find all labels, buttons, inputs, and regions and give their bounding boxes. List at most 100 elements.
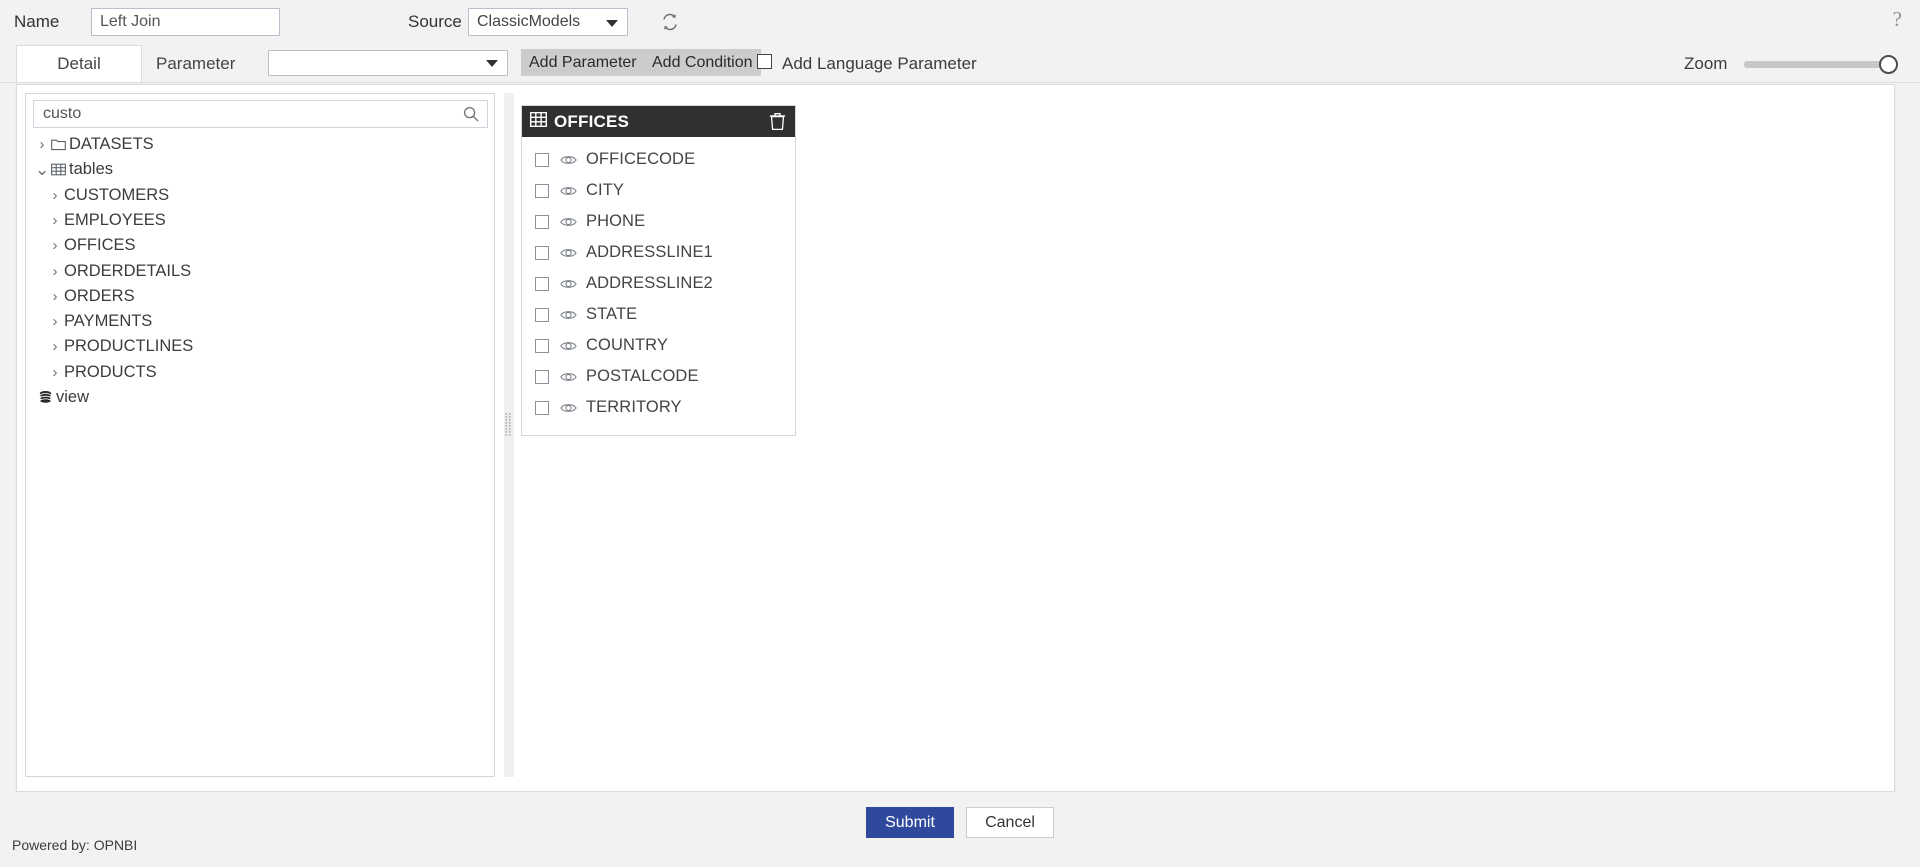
tree-node-label: ORDERS [64, 286, 135, 305]
chevron-down-icon [486, 60, 498, 67]
submit-button[interactable]: Submit [866, 807, 954, 838]
join-canvas[interactable]: OFFICES OFFICECODE CITY PHONE ADDRESSLINE1 A… [515, 93, 1886, 777]
search-box[interactable] [33, 100, 488, 128]
zoom-slider-track[interactable] [1744, 61, 1896, 68]
search-input[interactable] [34, 101, 454, 127]
field-row[interactable]: ADDRESSLINE2 [522, 268, 795, 299]
trash-icon[interactable] [769, 112, 786, 131]
eye-icon[interactable] [560, 277, 577, 291]
tree-node-offices[interactable]: › OFFICES [48, 233, 136, 258]
tree-node-label: PRODUCTLINES [64, 337, 194, 356]
tree-node-label: tables [69, 160, 114, 179]
field-checkbox[interactable] [535, 152, 549, 167]
tree-node-label: view [56, 388, 90, 406]
powered-by-label: Powered by: OPNBI [12, 837, 138, 853]
field-row[interactable]: ADDRESSLINE1 [522, 237, 795, 268]
chevron-down-icon[interactable]: ⌄ [35, 160, 49, 179]
eye-icon[interactable] [560, 339, 577, 353]
field-row[interactable]: STATE [522, 299, 795, 330]
zoom-slider-knob[interactable] [1879, 55, 1898, 74]
field-name: OFFICECODE [586, 150, 696, 168]
field-row[interactable]: POSTALCODE [522, 361, 795, 392]
eye-icon[interactable] [560, 401, 577, 415]
tree-node-employees[interactable]: › EMPLOYEES [48, 208, 166, 233]
field-name: ADDRESSLINE1 [586, 243, 713, 261]
tree-node-customers[interactable]: › CUSTOMERS [48, 183, 170, 208]
chevron-right-icon[interactable]: › [48, 233, 62, 258]
tree-node-label: DATASETS [69, 135, 154, 153]
top-bar: Name Source ClassicModels ? [0, 0, 1920, 45]
zoom-label: Zoom [1684, 54, 1728, 73]
tree-node-payments[interactable]: › PAYMENTS [48, 309, 153, 334]
refresh-icon[interactable] [660, 12, 680, 32]
tree-node-orders[interactable]: › ORDERS [48, 284, 135, 309]
cancel-button[interactable]: Cancel [966, 807, 1054, 838]
eye-icon[interactable] [560, 370, 577, 384]
add-language-parameter-checkbox[interactable] [757, 54, 772, 69]
table-card-header[interactable]: OFFICES [522, 106, 795, 137]
field-name: ADDRESSLINE2 [586, 274, 713, 292]
field-checkbox[interactable] [535, 338, 549, 353]
table-card-title: OFFICES [554, 111, 630, 131]
chevron-right-icon[interactable]: › [48, 259, 62, 284]
footer-bar: Submit Cancel Powered by: OPNBI [0, 792, 1920, 867]
tree-node-label: CUSTOMERS [64, 185, 170, 204]
chevron-right-icon[interactable]: › [48, 360, 62, 385]
field-checkbox[interactable] [535, 214, 549, 229]
source-select-value: ClassicModels [477, 13, 581, 30]
chevron-down-icon [606, 20, 618, 27]
name-input[interactable] [91, 8, 280, 36]
eye-icon[interactable] [560, 184, 577, 198]
splitter-grip-icon: ▪▪ ▪▪ ▪▪ ▪▪ ▪▪ ▪▪ ▪▪ ▪▪ [505, 411, 512, 439]
table-card-offices[interactable]: OFFICES OFFICECODE CITY PHONE ADDRESSLINE1 A… [521, 105, 796, 436]
chevron-right-icon[interactable]: › [48, 208, 62, 233]
field-checkbox[interactable] [535, 369, 549, 384]
field-row[interactable]: COUNTRY [522, 330, 795, 361]
field-row[interactable]: PHONE [522, 206, 795, 237]
search-icon[interactable] [463, 106, 479, 122]
add-parameter-button[interactable]: Add Parameter [521, 49, 645, 76]
table-grid-icon [49, 157, 67, 182]
eye-icon[interactable] [560, 246, 577, 260]
field-row[interactable]: CITY [522, 175, 795, 206]
source-select[interactable]: ClassicModels [468, 8, 628, 36]
parameter-select[interactable] [268, 50, 508, 76]
field-name: TERRITORY [586, 398, 682, 416]
field-row[interactable]: OFFICECODE [522, 144, 795, 175]
field-name: POSTALCODE [586, 367, 699, 385]
tree-node-productlines[interactable]: › PRODUCTLINES [48, 334, 194, 359]
source-label: Source [408, 12, 462, 31]
field-row[interactable]: TERRITORY [522, 392, 795, 423]
tree-node-products[interactable]: › PRODUCTS [48, 360, 157, 385]
tree-node-datasets[interactable]: › DATASETS [35, 132, 154, 157]
chevron-right-icon[interactable]: › [48, 309, 62, 334]
tree-node-label: EMPLOYEES [64, 210, 166, 229]
chevron-right-icon[interactable]: › [48, 183, 62, 208]
eye-icon[interactable] [560, 215, 577, 229]
tab-detail[interactable]: Detail [16, 45, 142, 82]
add-condition-button[interactable]: Add Condition [644, 49, 761, 76]
chevron-right-icon[interactable]: › [48, 334, 62, 359]
tree-node-tables[interactable]: ⌄ tables [35, 157, 113, 182]
tree-node-orderdetails[interactable]: › ORDERDETAILS [48, 259, 192, 284]
folder-icon [49, 132, 67, 157]
chevron-right-icon[interactable]: › [35, 132, 49, 157]
field-name: CITY [586, 181, 624, 199]
field-checkbox[interactable] [535, 276, 549, 291]
help-icon[interactable]: ? [1893, 7, 1902, 32]
panel-splitter[interactable]: ▪▪ ▪▪ ▪▪ ▪▪ ▪▪ ▪▪ ▪▪ ▪▪ [504, 93, 514, 777]
tree-node-view[interactable]: view [35, 385, 89, 410]
table-grid-icon [529, 111, 548, 132]
field-checkbox[interactable] [535, 307, 549, 322]
eye-icon[interactable] [560, 308, 577, 322]
chevron-right-icon[interactable]: › [48, 284, 62, 309]
parameter-label: Parameter [156, 54, 236, 73]
eye-icon[interactable] [560, 153, 577, 167]
name-label: Name [14, 12, 60, 31]
field-checkbox[interactable] [535, 400, 549, 415]
field-checkbox[interactable] [535, 245, 549, 260]
tree-node-label: PRODUCTS [64, 362, 157, 381]
designer-area: ›DATASETS⌄tables›CUSTOMERS›EMPLOYEES›OFF… [16, 84, 1895, 792]
tree-node-label: PAYMENTS [64, 312, 153, 331]
field-checkbox[interactable] [535, 183, 549, 198]
